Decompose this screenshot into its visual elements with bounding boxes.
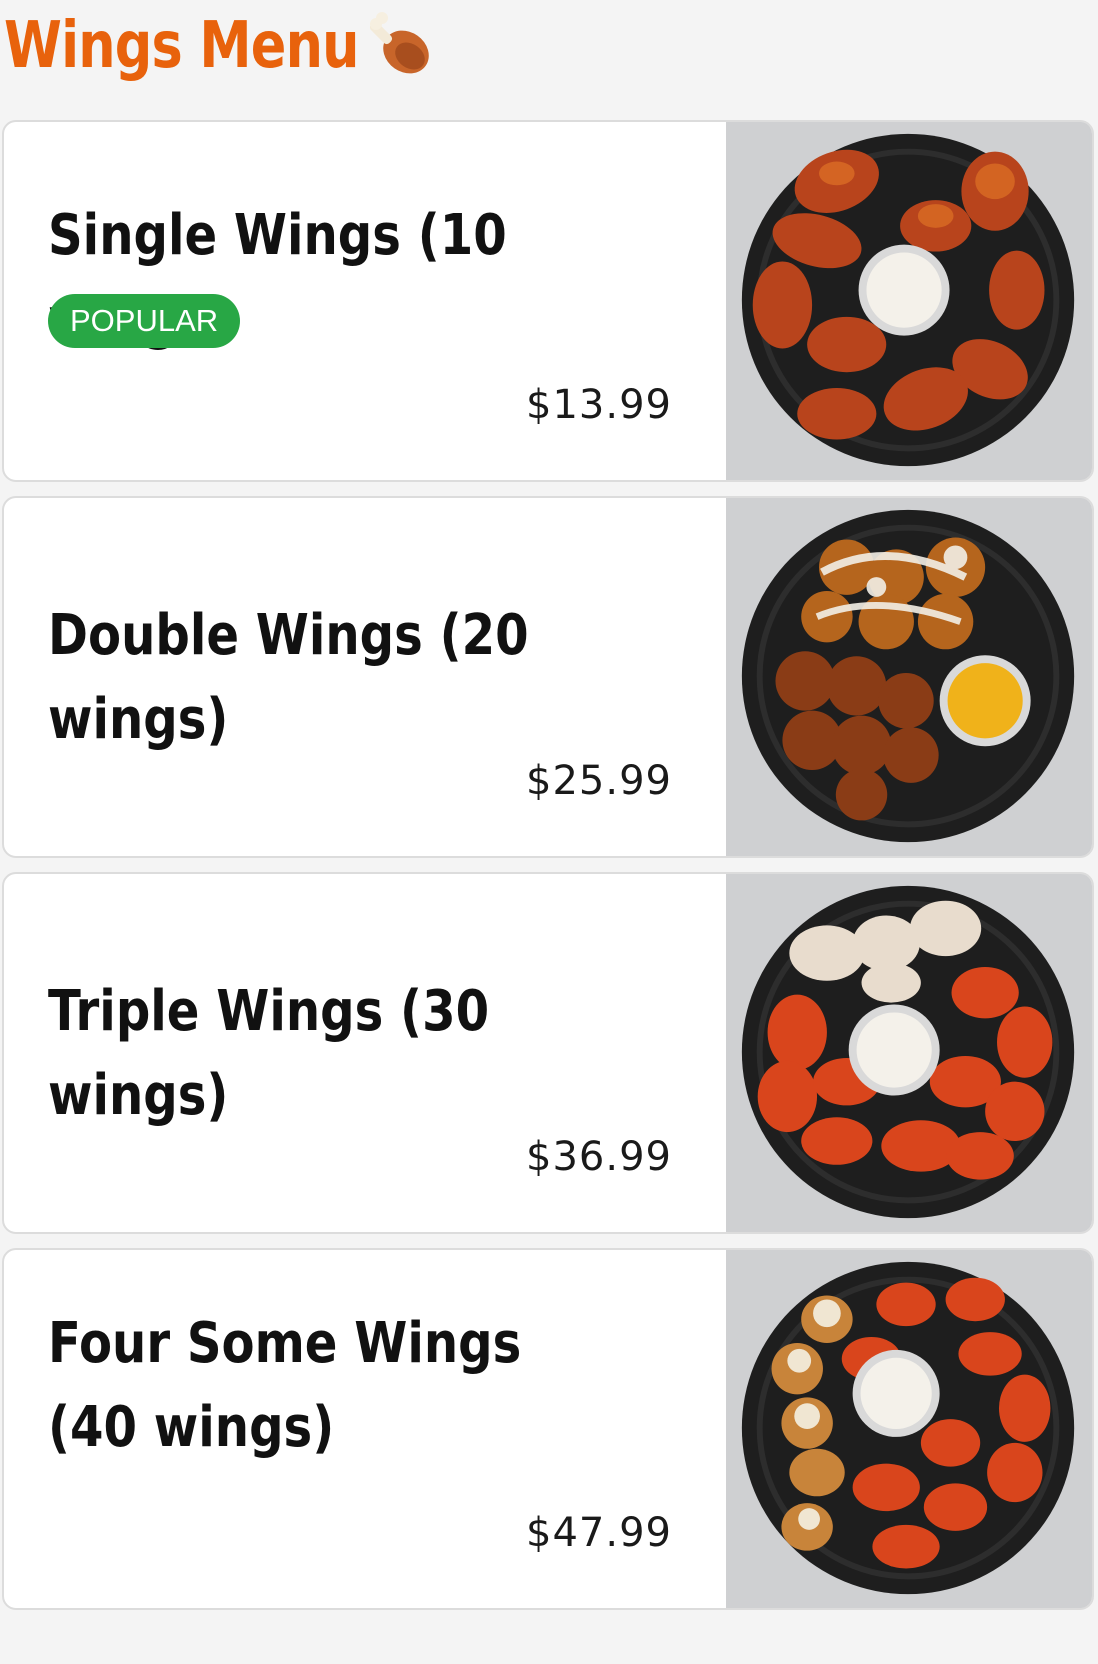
item-price: $47.99 bbox=[526, 1510, 672, 1556]
item-photo bbox=[726, 498, 1092, 856]
page-header: Wings Menu bbox=[0, 0, 1098, 108]
item-photo bbox=[726, 874, 1092, 1232]
menu-item-card[interactable]: Single Wings (10 wings) POPULAR $13.99 bbox=[2, 120, 1094, 482]
popular-badge: POPULAR bbox=[48, 294, 241, 348]
menu-item-card[interactable]: Double Wings (20 wings) $25.99 bbox=[2, 496, 1094, 858]
item-photo bbox=[726, 1250, 1092, 1608]
menu-item-card[interactable]: Four Some Wings (40 wings) $47.99 bbox=[2, 1248, 1094, 1610]
item-name: Double Wings (20 wings) bbox=[48, 603, 529, 752]
drumstick-icon bbox=[369, 12, 429, 74]
menu-item-card[interactable]: Triple Wings (30 wings) $36.99 bbox=[2, 872, 1094, 1234]
item-photo bbox=[726, 122, 1092, 480]
page-title: Wings Menu bbox=[4, 9, 359, 83]
item-price: $13.99 bbox=[526, 382, 672, 428]
item-name: Four Some Wings (40 wings) bbox=[48, 1311, 522, 1460]
item-price: $25.99 bbox=[526, 758, 672, 804]
item-price: $36.99 bbox=[526, 1134, 672, 1180]
item-name: Triple Wings (30 wings) bbox=[48, 979, 490, 1128]
